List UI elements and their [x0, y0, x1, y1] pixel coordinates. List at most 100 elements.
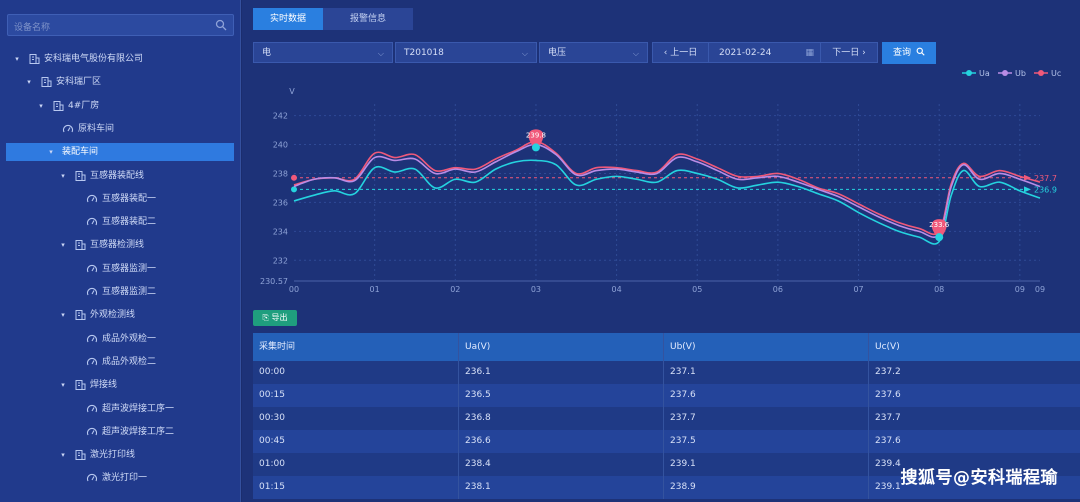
- table-cell: 238.1: [459, 476, 664, 499]
- tree-node[interactable]: 成品外观检二: [86, 353, 156, 371]
- caret-down-icon[interactable]: ▾: [58, 306, 68, 324]
- caret-down-icon[interactable]: ▾: [12, 50, 22, 68]
- tab-alarm-info[interactable]: 报警信息: [323, 8, 413, 30]
- tree-node[interactable]: 互感器装配一: [86, 190, 156, 208]
- meter-icon: [86, 474, 98, 482]
- tree-node[interactable]: 激光打印一: [86, 469, 147, 487]
- prev-day-button[interactable]: ‹ 上一日: [652, 42, 709, 63]
- date-picker[interactable]: 2021-02-24 ▦: [709, 42, 820, 63]
- average-line-label: 236.9: [1034, 185, 1057, 194]
- building-icon: [29, 54, 40, 64]
- meter-icon: [86, 427, 98, 436]
- y-tick-label: 230.57: [260, 277, 288, 286]
- tree-node[interactable]: ▾ 焊接线: [58, 376, 117, 394]
- energy-type-value: 电: [262, 48, 272, 58]
- table-cell: 00:15: [253, 384, 459, 407]
- export-button[interactable]: ⎘ 导出: [253, 310, 297, 326]
- tree-node[interactable]: 互感器监测一: [86, 260, 156, 278]
- y-tick-label: 242: [273, 112, 288, 121]
- tree-node[interactable]: ▾ 外观检测线: [58, 306, 135, 324]
- tree-node[interactable]: ▾ 装配车间: [6, 143, 234, 162]
- search-icon[interactable]: [215, 19, 227, 31]
- parameter-select[interactable]: 电压 ⌵: [539, 42, 648, 63]
- tree-node[interactable]: ▾ 激光打印线: [58, 446, 135, 464]
- tree-node[interactable]: 原料车间: [62, 120, 114, 138]
- device-value: T201018: [404, 48, 444, 58]
- average-start-dot: [291, 186, 297, 193]
- table-cell: 236.1: [459, 361, 664, 384]
- next-day-button[interactable]: 下一日 ›: [820, 42, 878, 63]
- legend-label: Ub: [1015, 69, 1026, 78]
- table-cell: 00:30: [253, 407, 459, 430]
- legend-swatch-dot: [1002, 70, 1008, 76]
- meter-icon: [86, 264, 98, 272]
- tree-node-label: 安科瑞电气股份有限公司: [44, 54, 144, 64]
- caret-down-icon[interactable]: ▾: [36, 97, 46, 115]
- tree-node[interactable]: ▾ 互感器检测线: [58, 236, 144, 254]
- tree-node[interactable]: 互感器装配二: [86, 213, 156, 231]
- y-tick-label: 232: [273, 256, 288, 265]
- query-button[interactable]: 查询: [882, 42, 936, 64]
- header-time: 采集时间: [253, 333, 459, 361]
- building-icon: [75, 310, 86, 321]
- table-cell: 237.2: [875, 367, 901, 377]
- max-value-marker-dot: [531, 143, 540, 152]
- tree-node-label: 超声波焊接工序二: [102, 426, 175, 437]
- tree-node[interactable]: ▾ 4#厂房: [36, 97, 99, 115]
- tree-node[interactable]: ▾ 安科瑞电气股份有限公司: [12, 50, 143, 68]
- caret-down-icon[interactable]: ▾: [46, 143, 56, 161]
- chevron-down-icon: ⌵: [632, 49, 639, 58]
- tree-node-label: 激光打印线: [90, 450, 136, 461]
- tree-node[interactable]: 成品外观检一: [86, 330, 156, 348]
- meter-icon: [86, 218, 98, 226]
- table-cell: 238.4: [459, 453, 664, 476]
- building-icon: [75, 240, 86, 251]
- y-tick-label: 236: [273, 198, 288, 207]
- table-row: 00:15 236.5 237.6 237.6: [253, 384, 1080, 407]
- device-search-input[interactable]: 设备名称: [7, 14, 234, 36]
- meter-icon: [86, 287, 98, 296]
- tree-node[interactable]: ▾ 互感器装配线: [58, 167, 144, 185]
- chevron-down-icon: ⌵: [521, 49, 528, 58]
- table-row: 00:30 236.8 237.7 237.7: [253, 407, 1080, 430]
- table-cell: 01:00: [253, 453, 459, 476]
- chevron-down-icon: ⌵: [377, 49, 384, 58]
- table-cell: 237.6: [875, 390, 901, 400]
- meter-icon: [86, 334, 98, 342]
- x-tick-label: 04: [612, 285, 622, 294]
- header-uc: Uc(V): [875, 342, 900, 352]
- building-icon: [53, 100, 64, 111]
- min-value-marker-label: 233.6: [929, 221, 950, 229]
- tree-node[interactable]: 超声波焊接工序一: [86, 400, 174, 418]
- tree-node[interactable]: ▾ 安科瑞厂区: [24, 73, 101, 91]
- table-cell: 236.5: [459, 384, 664, 407]
- tree-node-label: 互感器监测一: [102, 263, 157, 274]
- parameter-value: 电压: [548, 48, 567, 58]
- header-ub: Ub(V): [664, 333, 869, 361]
- device-select[interactable]: T201018 ⌵: [395, 42, 537, 63]
- table-cell: 00:45: [253, 430, 459, 453]
- legend-label: Ua: [979, 69, 990, 78]
- calendar-icon: ▦: [805, 48, 814, 58]
- energy-type-select[interactable]: 电 ⌵: [253, 42, 393, 63]
- tree-node[interactable]: 互感器监测二: [86, 283, 156, 301]
- tree-node-label: 激光打印一: [102, 473, 148, 484]
- tab-realtime-data[interactable]: 实时数据: [253, 8, 323, 30]
- query-label: 查询: [893, 48, 912, 58]
- caret-down-icon[interactable]: ▾: [24, 73, 34, 91]
- search-icon: [916, 47, 925, 56]
- table-cell: 237.7: [875, 413, 901, 423]
- tree-node[interactable]: 超声波焊接工序二: [86, 423, 174, 441]
- table-cell: 239.1: [664, 453, 869, 476]
- y-tick-label: 238: [273, 169, 288, 178]
- caret-down-icon[interactable]: ▾: [58, 167, 68, 185]
- date-value: 2021-02-24: [719, 48, 772, 58]
- x-tick-label: 09: [1015, 285, 1025, 294]
- caret-down-icon[interactable]: ▾: [58, 376, 68, 394]
- tree-node-label: 成品外观检一: [102, 333, 157, 344]
- max-value-marker-label: 239.8: [526, 131, 546, 139]
- caret-down-icon[interactable]: ▾: [58, 236, 68, 254]
- caret-down-icon[interactable]: ▾: [58, 446, 68, 464]
- table-header: 采集时间 Ua(V) Ub(V) Uc(V): [253, 333, 1080, 361]
- tree-node-label: 成品外观检二: [102, 356, 157, 367]
